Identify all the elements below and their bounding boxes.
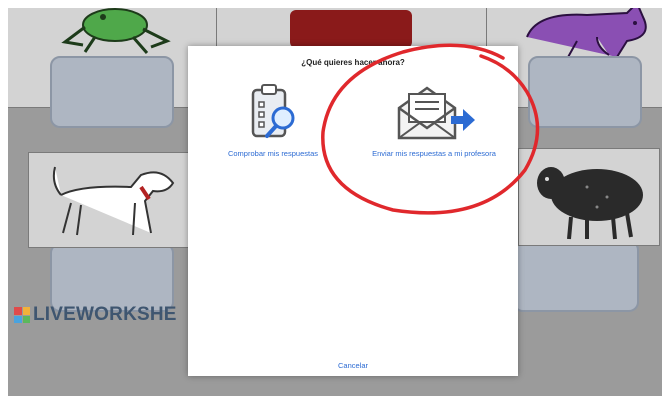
brand-name: LIVEWORKSHE xyxy=(33,304,177,325)
envelope-send-icon xyxy=(397,86,475,140)
dialog-title: ¿Qué quieres hacer ahora? xyxy=(301,58,405,67)
check-answers-option[interactable]: Comprobar mis respuestas xyxy=(208,82,338,158)
worksheet-cell-dog xyxy=(28,152,190,248)
frog-image xyxy=(61,8,171,54)
check-answers-label[interactable]: Comprobar mis respuestas xyxy=(208,149,338,158)
cancel-button[interactable]: Cancelar xyxy=(188,361,518,370)
answer-box-4[interactable] xyxy=(513,240,639,312)
answer-box-2[interactable] xyxy=(528,56,642,128)
black-sheep-image xyxy=(537,167,643,240)
send-answers-option[interactable]: Enviar mis respuestas a mi profesora xyxy=(354,82,514,158)
dog-image xyxy=(52,166,175,236)
send-answers-label[interactable]: Enviar mis respuestas a mi profesora xyxy=(354,149,514,158)
answer-box-1[interactable] xyxy=(50,56,174,128)
worksheet-cell-sheep xyxy=(518,148,660,246)
brand-grid-icon xyxy=(14,307,30,323)
top-red-button[interactable] xyxy=(290,10,412,48)
answer-box-3[interactable] xyxy=(50,243,174,312)
action-dialog: ¿Qué quieres hacer ahora? Comprobar mis … xyxy=(188,46,518,376)
clipboard-magnifier-icon xyxy=(251,84,295,138)
worksheet-background: LIVEWORKSHE ¿Qué quieres hacer ahora? Co… xyxy=(8,8,662,396)
brand-logo: LIVEWORKSHE xyxy=(14,304,177,326)
